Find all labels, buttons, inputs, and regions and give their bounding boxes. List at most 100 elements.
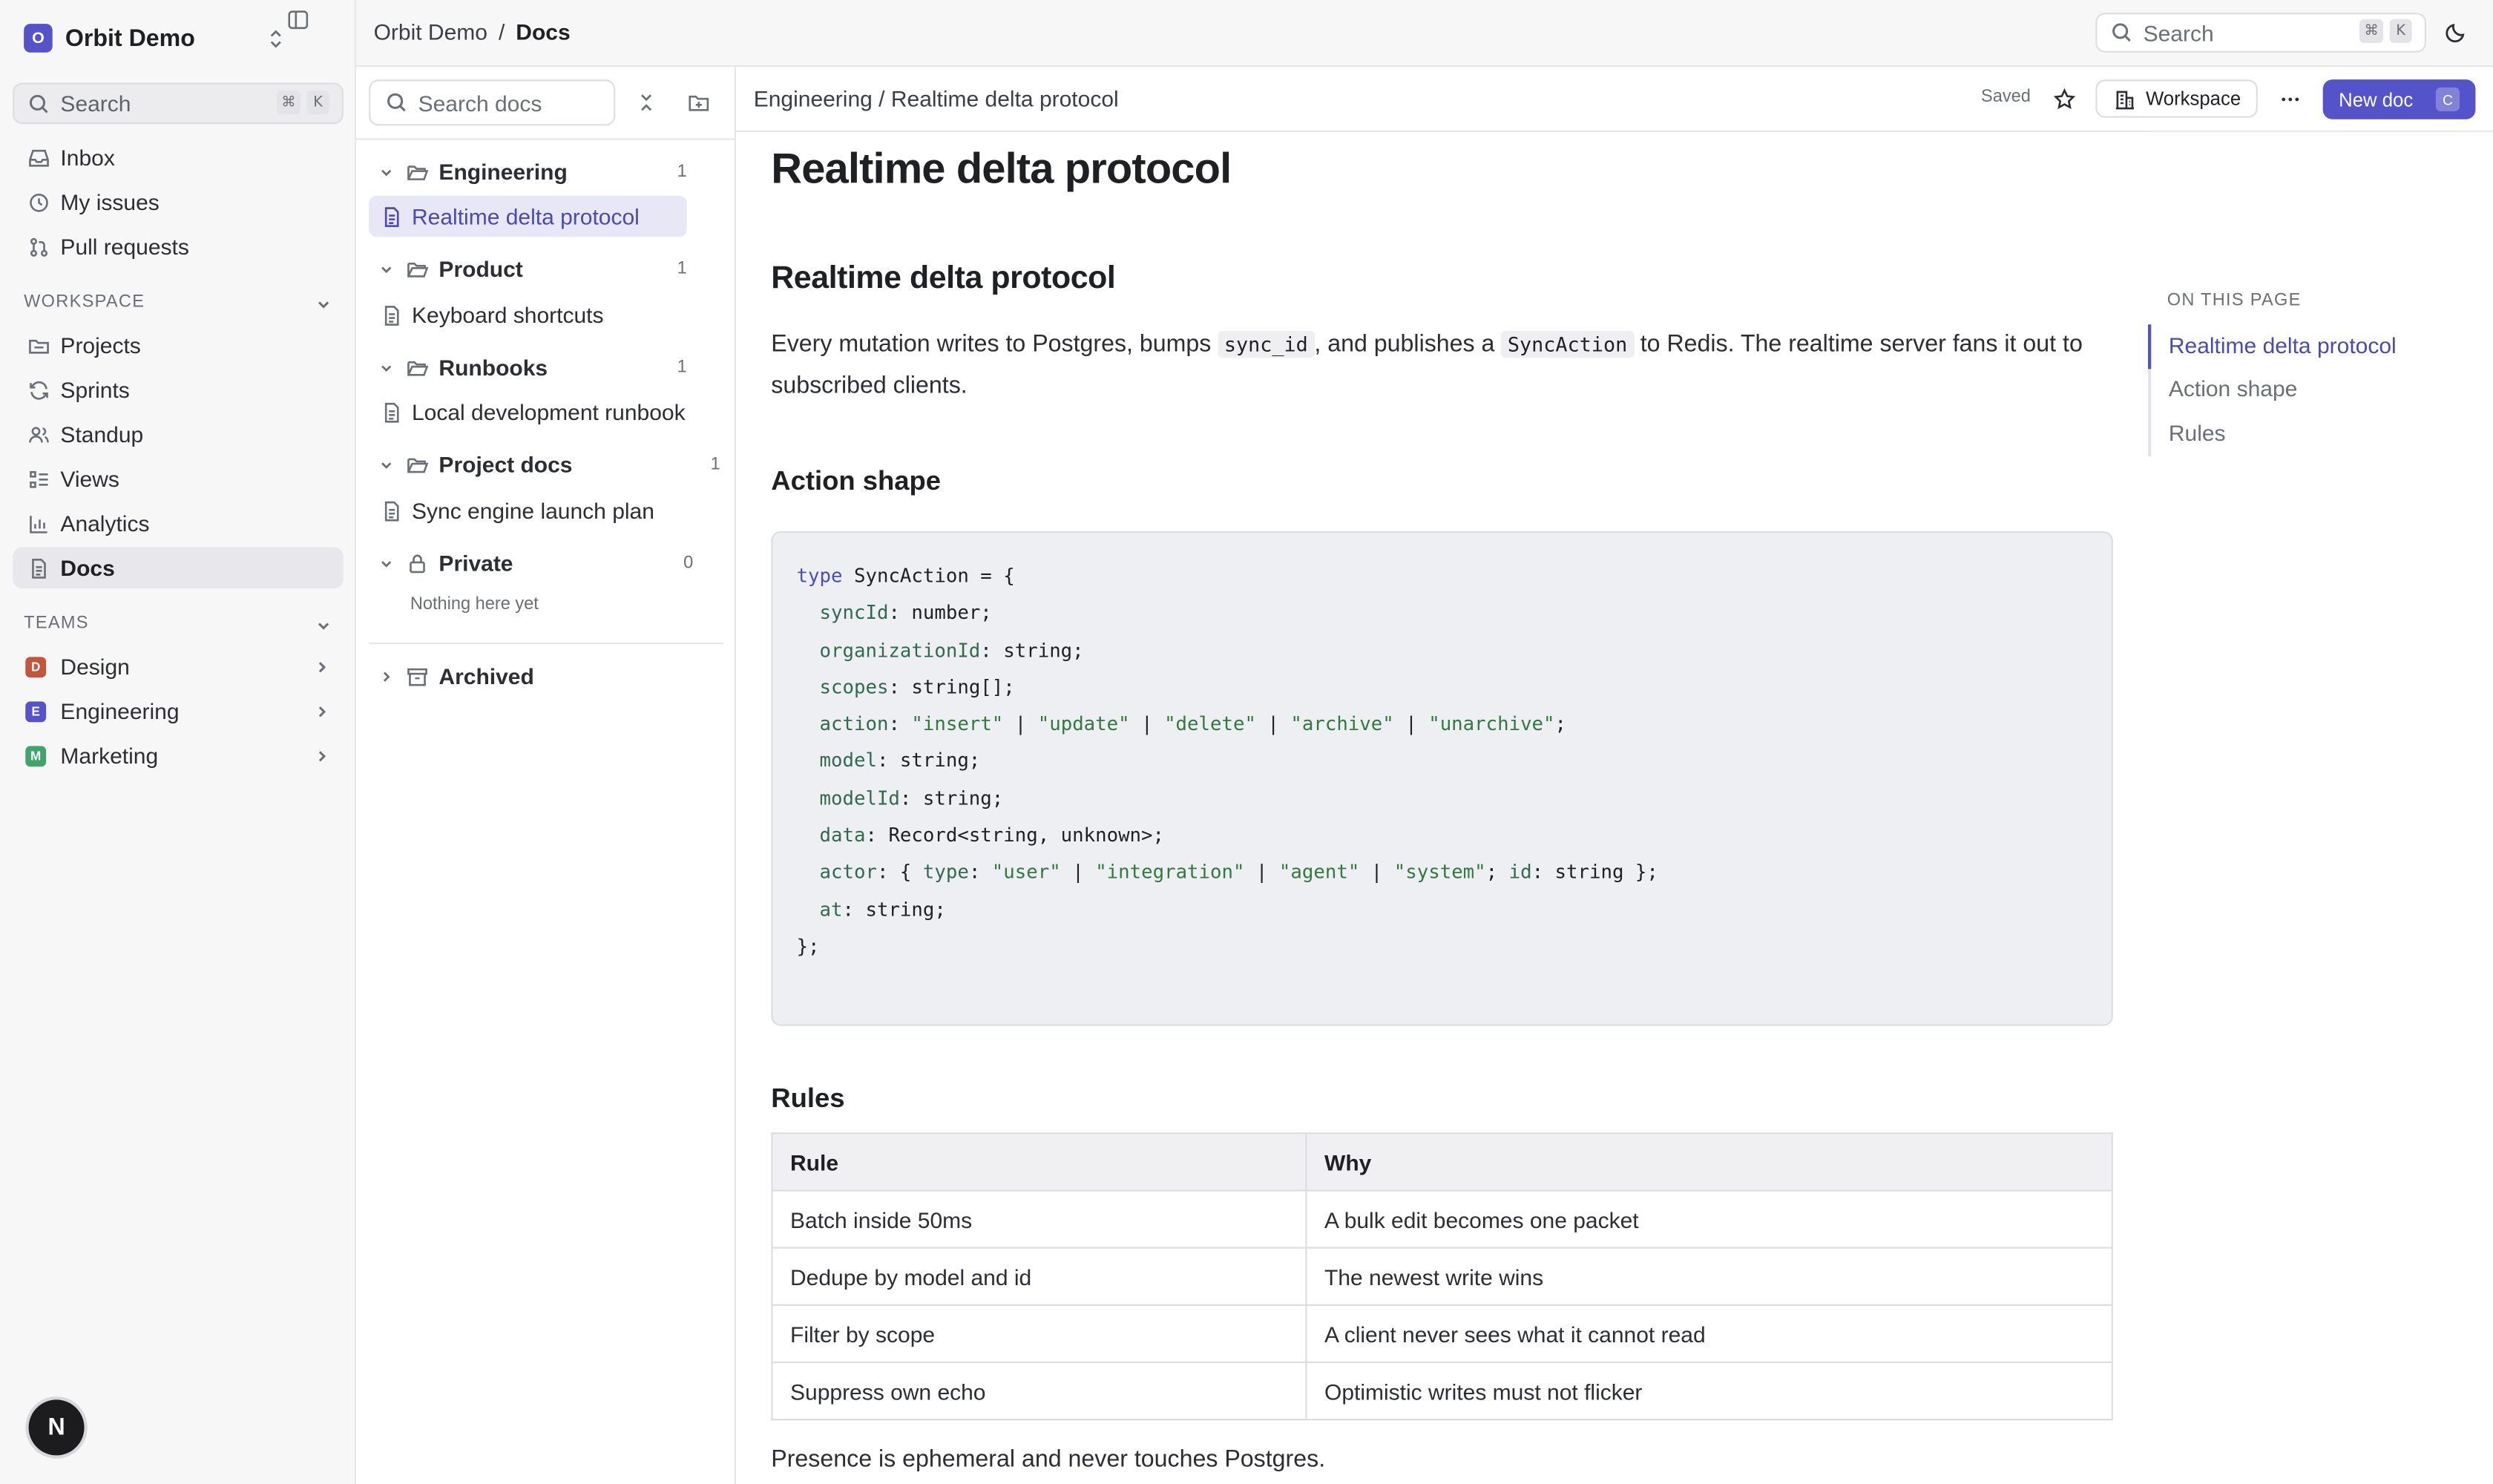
nav-analytics[interactable]: Analytics <box>13 502 344 544</box>
code-line: action: "insert" | "update" | "delete" |… <box>819 712 1567 735</box>
folder-count: 1 <box>710 455 720 474</box>
nav-pull-requests[interactable]: Pull requests <box>13 226 344 267</box>
folder-product[interactable]: Product 1 <box>375 250 687 288</box>
nav-my-issues[interactable]: My issues <box>13 181 344 223</box>
shortcut-key: ⌘ <box>276 91 300 115</box>
folder-label: Private <box>439 550 513 576</box>
global-search-button[interactable]: Search ⌘ K <box>2095 13 2426 53</box>
folder-open-icon <box>404 159 429 184</box>
workspace-name: Orbit Demo <box>65 24 195 52</box>
chevron-down-icon <box>375 355 398 380</box>
teams-section-header[interactable]: TEAMS <box>24 611 342 636</box>
folder-archived[interactable]: Archived <box>375 657 687 695</box>
new-doc-button[interactable]: New doc C <box>2322 79 2476 119</box>
chevron-down-icon <box>375 256 398 281</box>
nav-views-label: Views <box>60 466 119 492</box>
table-row: Dedupe by model and id The newest write … <box>771 1247 2113 1306</box>
code-line: scopes: string[]; <box>819 675 1015 698</box>
folder-runbooks[interactable]: Runbooks 1 <box>375 348 687 386</box>
toc-heading: ON THIS PAGE <box>2167 291 2302 311</box>
doc-keyboard-shortcuts[interactable]: Keyboard shortcuts <box>369 295 687 336</box>
nav-docs[interactable]: Docs <box>13 547 344 589</box>
code-line: organizationId: string; <box>819 638 1084 661</box>
folder-label: Product <box>439 256 523 282</box>
document-icon <box>378 203 404 229</box>
more-horizontal-icon[interactable] <box>2277 86 2302 111</box>
table-row: Batch inside 50ms A bulk edit becomes on… <box>771 1189 2113 1249</box>
folder-count: 0 <box>683 553 694 573</box>
breadcrumb-root[interactable]: Orbit Demo <box>374 19 487 45</box>
document-icon <box>378 498 404 523</box>
nav-inbox-label: Inbox <box>60 145 115 171</box>
chevron-right-icon <box>309 654 334 679</box>
lock-icon <box>404 551 429 576</box>
folder-label: Engineering <box>439 159 568 185</box>
code-line: model: string; <box>819 749 981 772</box>
search-icon <box>383 90 408 115</box>
nav-projects-label: Projects <box>60 332 141 358</box>
doc-content[interactable]: Realtime delta protocol Realtime delta p… <box>736 131 2152 1484</box>
nav-sprints[interactable]: Sprints <box>13 369 344 410</box>
shortcut-key: ⌘ <box>2359 19 2384 43</box>
sidebar-toggle-icon[interactable] <box>285 7 310 32</box>
code-line: syncId: number; <box>819 601 992 624</box>
folder-count: 1 <box>677 259 687 279</box>
breadcrumb-current: Docs <box>516 19 571 45</box>
folder-open-icon <box>404 256 429 281</box>
git-pull-request-icon <box>25 234 50 259</box>
table-cell: Optimistic writes must not flicker <box>1305 1361 2113 1421</box>
chevron-right-icon <box>375 663 398 689</box>
team-engineering[interactable]: E Engineering <box>13 690 344 732</box>
nav-docs-label: Docs <box>60 555 115 581</box>
folder-engineering[interactable]: Engineering 1 <box>375 153 687 191</box>
folder-open-icon <box>404 452 429 477</box>
chevron-down-icon <box>310 291 335 316</box>
folder-count: 1 <box>677 162 687 182</box>
doc-heading: Realtime delta protocol <box>771 260 1116 296</box>
toc-track <box>2148 324 2152 457</box>
moon-icon[interactable] <box>2442 19 2467 45</box>
folder-label: Runbooks <box>439 355 548 381</box>
archive-icon <box>404 663 429 689</box>
doc-breadcrumb[interactable]: Engineering / Realtime delta protocol <box>754 86 1119 111</box>
toc-active-indicator <box>2148 324 2152 370</box>
new-folder-icon[interactable] <box>686 89 711 114</box>
chevron-down-icon <box>310 612 335 637</box>
workspace-visibility-button[interactable]: Workspace <box>2095 79 2258 118</box>
nav-standup[interactable]: Standup <box>13 413 344 455</box>
team-marketing[interactable]: M Marketing <box>13 735 344 776</box>
team-design[interactable]: D Design <box>13 646 344 687</box>
doc-sync-engine-launch-plan[interactable]: Sync engine launch plan <box>369 490 687 531</box>
doc-realtime-delta-protocol[interactable]: Realtime delta protocol <box>369 195 687 237</box>
empty-folder-note: Nothing here yet <box>410 594 539 614</box>
shortcut-key: C <box>2435 87 2460 112</box>
star-icon[interactable] <box>2051 86 2076 111</box>
nav-inbox[interactable]: Inbox <box>13 137 344 178</box>
nav-views[interactable]: Views <box>13 458 344 499</box>
toc-item[interactable]: Rules <box>2169 420 2226 445</box>
sidebar-search-button[interactable]: Search ⌘ K <box>13 82 344 125</box>
doc-title[interactable]: Realtime delta protocol <box>771 145 1232 194</box>
table-cell: The newest write wins <box>1305 1247 2113 1306</box>
top-bar: Orbit Demo / Docs Search ⌘ K <box>356 0 2493 68</box>
folder-private[interactable]: Private 0 <box>375 544 694 582</box>
collapse-all-icon[interactable] <box>633 89 658 114</box>
app-sidebar: O Orbit Demo Search ⌘ K Inbox My issues … <box>0 0 356 1484</box>
docs-tree-panel: Search docs Engineering 1 Realtime delta… <box>356 67 737 1484</box>
shortcut-key: K <box>2389 19 2412 43</box>
toc-item[interactable]: Action shape <box>2169 375 2297 401</box>
doc-local-development-runbook[interactable]: Local development runbook <box>369 391 687 433</box>
search-icon <box>2108 20 2133 45</box>
table-cell: A client never sees what it cannot read <box>1305 1304 2113 1364</box>
workspace-section-header[interactable]: WORKSPACE <box>24 289 342 315</box>
code-block[interactable]: type SyncAction = { syncId: number; orga… <box>771 531 2113 1026</box>
doc-intro-paragraph: Every mutation writes to Postgres, bumps… <box>771 324 2113 407</box>
folder-project-docs[interactable]: Project docs 1 <box>375 445 725 483</box>
toc-item[interactable]: Realtime delta protocol <box>2169 332 2397 358</box>
folder-open-icon <box>404 355 429 380</box>
chevron-right-icon <box>309 698 334 723</box>
docs-search-input[interactable]: Search docs <box>369 79 616 126</box>
user-avatar-button[interactable]: N <box>28 1399 85 1456</box>
nav-projects[interactable]: Projects <box>13 324 344 366</box>
table-row: Suppress own echo Optimistic writes must… <box>771 1361 2113 1421</box>
